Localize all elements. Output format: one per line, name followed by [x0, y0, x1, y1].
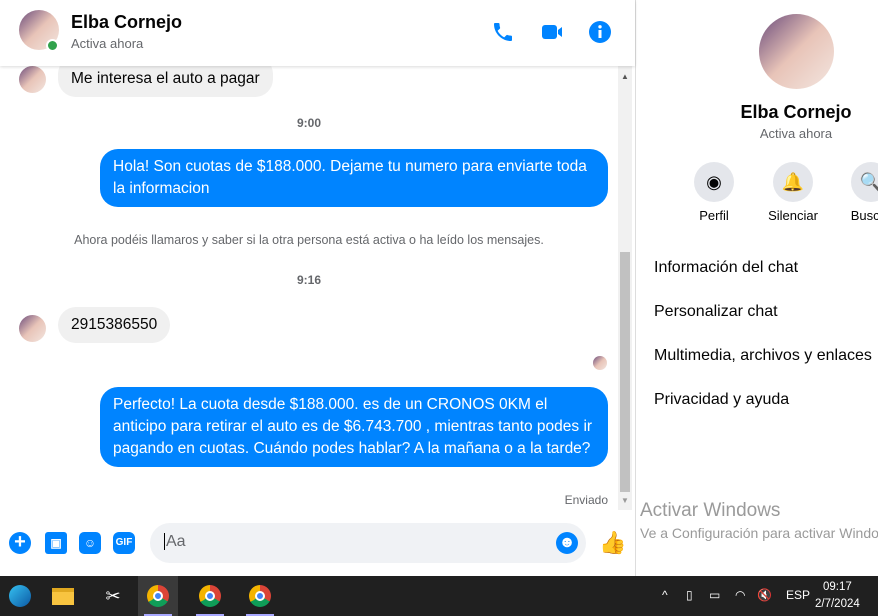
chat-header: Elba Cornejo Activa ahora	[0, 0, 635, 66]
contact-name[interactable]: Elba Cornejo	[71, 12, 182, 33]
profile-status: Activa ahora	[759, 126, 833, 141]
sent-status: Enviado	[564, 493, 608, 507]
menu-privacy-help[interactable]: Privacidad y ayuda	[654, 391, 789, 409]
scrollbar-thumb[interactable]	[620, 252, 630, 492]
timestamp: 9:16	[296, 273, 322, 287]
chrome-window-1[interactable]	[138, 576, 178, 616]
clock-time: 09:17	[822, 581, 852, 593]
language-indicator[interactable]: ESP	[786, 588, 810, 602]
thumbs-up-icon[interactable]: 👍	[599, 530, 626, 556]
activation-watermark-title: Activar Windows	[640, 500, 781, 521]
seen-avatar	[593, 356, 607, 370]
info-icon[interactable]	[588, 20, 612, 44]
chat-info-panel: Elba Cornejo Activa ahora ◉ Perfil 🔔 Silen…	[637, 0, 878, 576]
message-outgoing[interactable]: Hola! Son cuotas de $188.000. Dejame tu …	[100, 149, 608, 207]
file-explorer-icon[interactable]	[43, 576, 83, 616]
action-label: Perfil	[699, 208, 729, 223]
phone-call-icon[interactable]	[491, 20, 515, 44]
volume-muted-icon[interactable]: 🔇	[757, 588, 772, 602]
action-label: Buscar	[850, 208, 878, 223]
message-incoming[interactable]: 2915386550	[58, 307, 171, 343]
activation-watermark-subtitle: Ve a Configuración para activar Windows.	[640, 525, 878, 541]
action-label: Silenciar	[768, 208, 818, 223]
bell-icon: 🔔	[773, 162, 813, 202]
video-call-icon[interactable]	[540, 20, 564, 44]
chrome-window-2[interactable]	[190, 576, 230, 616]
menu-chat-info[interactable]: Información del chat	[654, 259, 798, 277]
online-indicator	[46, 39, 59, 52]
show-hidden-icons[interactable]: ^	[662, 588, 668, 602]
sender-avatar	[19, 315, 46, 342]
profile-avatar[interactable]	[759, 14, 834, 89]
message-list: Me interesa el auto a pagar 9:00 Hola! S…	[0, 66, 618, 510]
chat-panel: Elba Cornejo Activa ahora Me interesa el…	[0, 0, 636, 576]
emoji-icon[interactable]: ☻	[556, 532, 578, 554]
system-note: Ahora podéis llamaros y saber si la otra…	[74, 233, 544, 247]
menu-media-files[interactable]: Multimedia, archivos y enlaces	[654, 347, 872, 365]
menu-customize-chat[interactable]: Personalizar chat	[654, 303, 778, 321]
sticker-icon[interactable]: ☺	[79, 532, 101, 554]
battery-icon[interactable]: ▭	[709, 588, 720, 602]
mute-button[interactable]: 🔔 Silenciar	[753, 162, 833, 223]
snipping-tool-icon[interactable]: ✂	[93, 576, 133, 616]
plus-icon[interactable]: +	[9, 532, 31, 554]
message-outgoing[interactable]: Perfecto! La cuota desde $188.000. es de…	[100, 387, 608, 467]
message-placeholder: Aa	[164, 533, 186, 550]
edge-icon[interactable]	[0, 576, 40, 616]
wifi-icon[interactable]: ◠	[735, 588, 745, 602]
scroll-up-arrow[interactable]: ▲	[621, 72, 629, 81]
search-button[interactable]: 🔍 Buscar	[831, 162, 878, 223]
profile-name: Elba Cornejo	[740, 102, 852, 122]
composer: + ▣ ☺ GIF Aa ☻ 👍	[0, 510, 635, 576]
message-input[interactable]: Aa	[150, 523, 586, 563]
gif-icon[interactable]: GIF	[113, 532, 135, 554]
sender-avatar	[19, 66, 46, 93]
message-incoming[interactable]: Me interesa el auto a pagar	[58, 66, 273, 97]
clock[interactable]: 09:17 2/7/2024	[815, 579, 860, 613]
contact-status: Activa ahora	[71, 36, 144, 51]
profile-icon: ◉	[694, 162, 734, 202]
image-icon[interactable]: ▣	[45, 532, 67, 554]
taskbar: ✂ ^ ▯ ▭ ◠ 🔇 ESP 09:17 2/7/2024	[0, 576, 878, 616]
chrome-window-3[interactable]	[240, 576, 280, 616]
scrollbar[interactable]: ▲ ▼	[618, 66, 632, 510]
search-icon: 🔍	[851, 162, 878, 202]
timestamp: 9:00	[296, 116, 322, 130]
profile-button[interactable]: ◉ Perfil	[674, 162, 754, 223]
clock-date: 2/7/2024	[815, 598, 860, 610]
scroll-down-arrow[interactable]: ▼	[621, 496, 629, 505]
camera-icon[interactable]: ▯	[686, 588, 693, 602]
